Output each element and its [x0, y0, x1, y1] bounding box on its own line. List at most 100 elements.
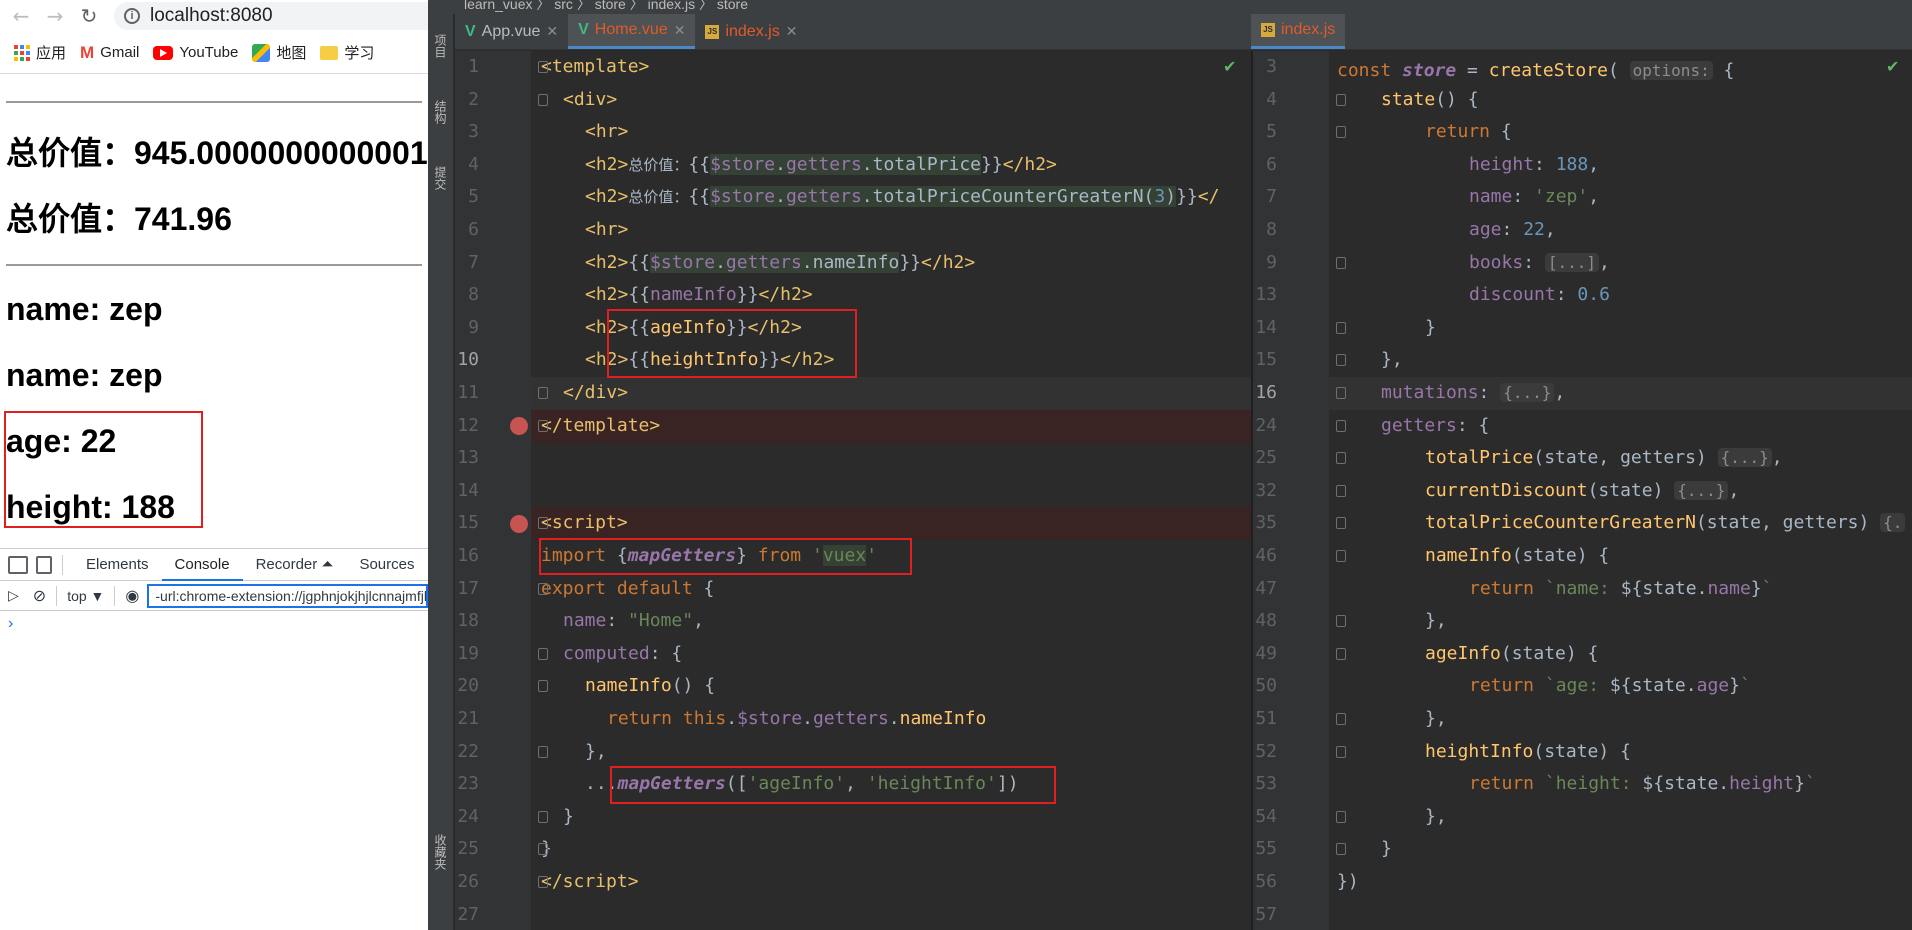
fold-icon[interactable]: [1336, 843, 1346, 855]
left-editor-tabbar: V App.vue ✕ V Home.vue ✕ JS index.js ✕: [455, 14, 1271, 50]
breakpoint-icon[interactable]: [510, 515, 528, 533]
line-number: 3: [468, 121, 479, 143]
project-tool-label[interactable]: 项目: [432, 34, 449, 58]
back-arrow-icon[interactable]: ←: [6, 4, 36, 28]
fold-icon[interactable]: [1336, 550, 1346, 562]
tab-app-vue[interactable]: V App.vue ✕: [455, 14, 568, 49]
tab-recorder[interactable]: Recorder ⏶: [243, 549, 347, 581]
fold-icon[interactable]: [538, 387, 548, 399]
sidebar-toggle-icon[interactable]: ▷: [8, 587, 19, 604]
device-toolbar-icon[interactable]: [36, 555, 52, 574]
fold-icon[interactable]: [538, 583, 548, 595]
fold-icon[interactable]: [1336, 713, 1346, 725]
fold-icon[interactable]: [1336, 387, 1346, 399]
bookmarks-bar: 应用 M Gmail YouTube 地图 学习: [0, 32, 428, 74]
fold-icon[interactable]: [1336, 354, 1346, 366]
line-number: 56: [1255, 871, 1277, 892]
tab-home-vue[interactable]: V Home.vue ✕: [568, 14, 696, 49]
line-number: 15: [457, 512, 479, 534]
vue-file-icon: V: [578, 21, 589, 38]
tab-console[interactable]: Console: [161, 549, 243, 581]
devtools-tabbar: Elements Console Recorder ⏶ Sources: [0, 549, 428, 581]
tab-elements[interactable]: Elements: [73, 549, 162, 581]
context-select[interactable]: top ▼: [67, 588, 104, 604]
fold-icon[interactable]: [538, 648, 548, 660]
bookmark-youtube[interactable]: YouTube: [153, 44, 238, 61]
fold-icon[interactable]: [1336, 648, 1346, 660]
fold-icon[interactable]: [1336, 322, 1346, 334]
reload-icon[interactable]: ↻: [74, 4, 104, 28]
fold-icon[interactable]: [1336, 811, 1346, 823]
fold-icon[interactable]: [1336, 452, 1346, 464]
fold-icon[interactable]: [1336, 257, 1346, 269]
code-line: }): [1337, 871, 1359, 892]
structure-tool-label[interactable]: 结构: [432, 100, 449, 124]
bookmark-folder[interactable]: 学习: [320, 42, 374, 63]
divider: [6, 101, 422, 103]
fold-icon[interactable]: [1336, 517, 1346, 529]
code-line: currentDiscount(state) {...},: [1425, 480, 1740, 501]
close-icon[interactable]: ✕: [546, 23, 558, 40]
code-line: }: [1381, 838, 1392, 859]
code-line: <h2>总价值：{{$store.getters.totalPriceCount…: [585, 186, 1220, 207]
commit-tool-label[interactable]: 提交: [432, 166, 449, 190]
tab-sources[interactable]: Sources: [346, 549, 427, 581]
site-info-icon[interactable]: i: [124, 8, 140, 24]
bookmark-label: 地图: [276, 45, 307, 62]
console-toolbar: ▷ ⊘ top ▼ ◉ -url:chrome-extension://jgph…: [0, 581, 428, 611]
line-number: 21: [457, 708, 479, 729]
fold-icon[interactable]: [538, 420, 548, 432]
fold-icon[interactable]: [538, 680, 548, 692]
fold-icon[interactable]: [538, 94, 548, 106]
close-icon[interactable]: ✕: [674, 22, 686, 39]
line-number: 9: [468, 316, 479, 338]
bookmark-label: 学习: [344, 45, 375, 62]
code-line: discount: 0.6: [1469, 284, 1610, 305]
fold-icon[interactable]: [1336, 94, 1346, 106]
fold-icon[interactable]: [538, 61, 548, 73]
eye-icon[interactable]: ◉: [125, 586, 139, 606]
code-line: ageInfo(state) {: [1425, 643, 1599, 664]
separator: [62, 554, 63, 575]
tab-index-js[interactable]: JS index.js ✕: [695, 14, 807, 49]
code-line: const store = createStore( options: {: [1337, 60, 1735, 81]
fold-icon[interactable]: [1336, 615, 1346, 627]
forward-arrow-icon[interactable]: →: [40, 4, 70, 28]
console-filter-input[interactable]: -url:chrome-extension://jgphnjokjhjlcnna…: [147, 583, 428, 608]
maps-icon: [252, 43, 271, 62]
breakpoint-icon[interactable]: [510, 417, 528, 435]
fold-icon[interactable]: [538, 746, 548, 758]
left-code-editor[interactable]: ✔ 1 2 3 4 5 6 7 8 9 10 11 12 13 14 15 16 17 18 19 20 21 22 23 2…: [455, 51, 1251, 930]
fold-icon[interactable]: [538, 811, 548, 823]
code-line: <h2>{{nameInfo}}</h2>: [585, 284, 813, 305]
right-code-editor[interactable]: ✔ 3 4 5 6 7 8 9 13 14 15 16 24 25 32 35 46 47 48 49 50 51 52 5…: [1251, 51, 1912, 930]
inspect-element-icon[interactable]: [8, 555, 28, 574]
bookmark-gmail[interactable]: M Gmail: [80, 43, 139, 63]
line-number: 11: [457, 382, 479, 403]
fold-icon[interactable]: [1336, 485, 1346, 497]
fold-icon[interactable]: [1336, 126, 1346, 138]
bookmark-maps[interactable]: 地图: [252, 42, 306, 63]
code-line: books: [...],: [1469, 252, 1610, 273]
line-number: 26: [457, 871, 479, 892]
line-number: 2: [468, 88, 479, 110]
clear-console-icon[interactable]: ⊘: [33, 586, 46, 606]
fold-icon[interactable]: [538, 517, 548, 529]
console-prompt[interactable]: ›: [0, 611, 428, 637]
code-line: name: 'zep',: [1469, 186, 1600, 207]
favorites-tool-label[interactable]: 收藏夹: [432, 834, 449, 870]
tab-index-js-right[interactable]: JS index.js: [1251, 14, 1346, 49]
fold-icon[interactable]: [538, 843, 548, 855]
bookmark-apps[interactable]: 应用: [14, 42, 66, 63]
line-number: 4: [468, 153, 479, 175]
code-line: totalPrice(state, getters) {...},: [1425, 447, 1783, 468]
fold-icon[interactable]: [538, 876, 548, 888]
fold-icon[interactable]: [1336, 420, 1346, 432]
url-input[interactable]: i localhost:8080: [114, 2, 428, 30]
annotation-box: [610, 766, 1056, 804]
close-icon[interactable]: ✕: [786, 23, 798, 40]
fold-icon[interactable]: [1336, 746, 1346, 758]
code-line: },: [1425, 708, 1447, 729]
right-editor-tabbar: JS index.js: [1251, 14, 1912, 50]
code-line: export default {: [541, 578, 715, 599]
